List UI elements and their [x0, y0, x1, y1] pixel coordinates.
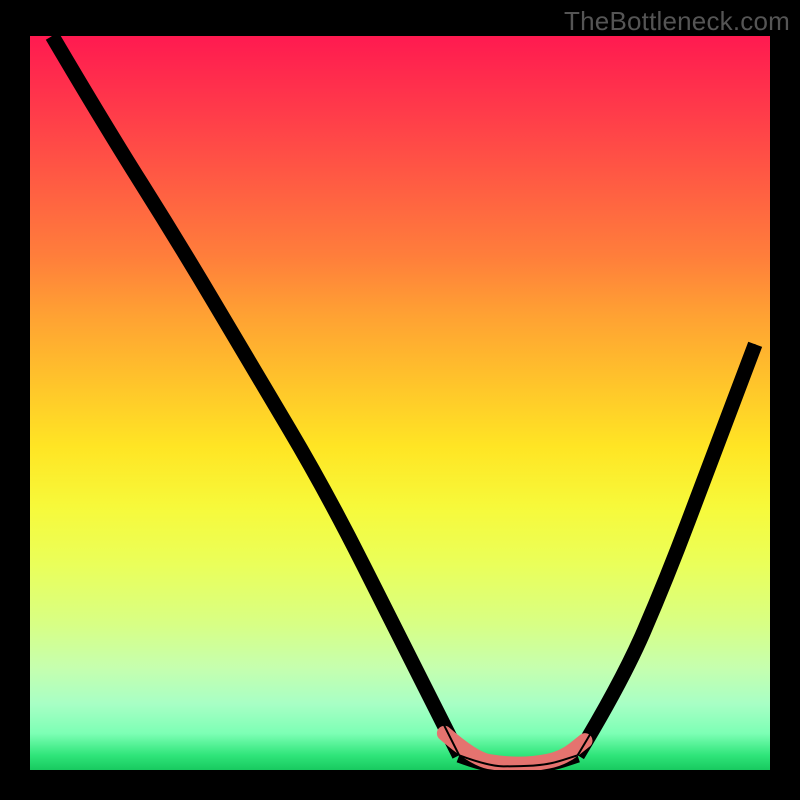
chart-stage: TheBottleneck.com: [0, 0, 800, 800]
watermark-text: TheBottleneck.com: [564, 6, 790, 37]
curve-right-branch: [578, 344, 756, 755]
plot-area: [30, 36, 770, 770]
curve-left-branch: [52, 36, 459, 755]
curve-svg: [30, 36, 770, 770]
